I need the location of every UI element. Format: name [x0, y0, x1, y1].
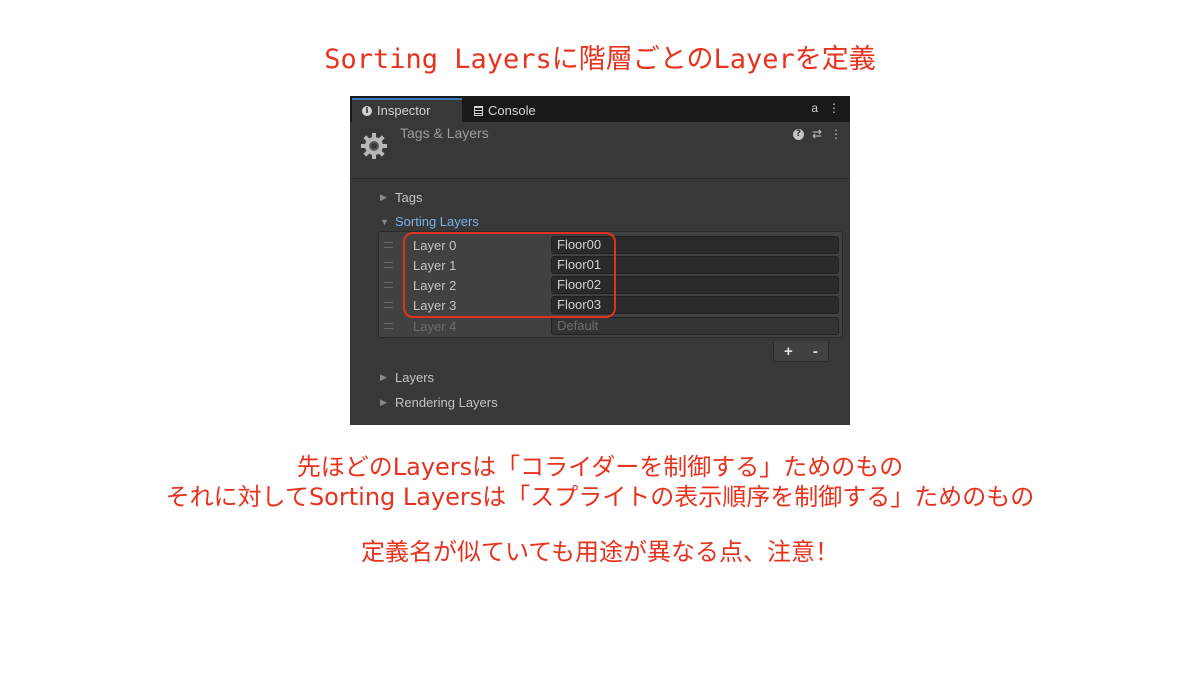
drag-handle-icon[interactable] — [384, 262, 393, 268]
layer-name-field[interactable]: Floor00 — [551, 236, 839, 254]
collapsed-arrow-icon: ▶ — [380, 372, 387, 382]
header-controls: ? ⇄ ⋮ — [792, 127, 842, 141]
drag-handle-icon — [384, 323, 393, 329]
layer-name-field[interactable]: Floor01 — [551, 256, 839, 274]
collapsed-arrow-icon: ▶ — [380, 397, 387, 407]
layer-label: Layer 4 — [413, 319, 457, 334]
annotation-note-line2: それに対してSorting Layersは「スプライトの表示順序を制御する」ため… — [165, 483, 1035, 511]
foldout-rendering-layers-label: Rendering Layers — [395, 395, 498, 410]
help-icon[interactable]: ? — [792, 128, 804, 140]
layer-name-field[interactable]: Floor03 — [551, 296, 839, 314]
foldout-tags[interactable]: ▶ Tags — [380, 190, 422, 205]
settings-icon[interactable]: ⇄ — [812, 127, 822, 141]
drag-handle-icon[interactable] — [384, 242, 393, 248]
foldout-sorting-layers[interactable]: ▼ Sorting Layers — [380, 214, 479, 229]
tab-console[interactable]: Console — [474, 100, 536, 122]
gear-icon — [361, 133, 387, 159]
layer-label: Layer 3 — [413, 298, 457, 313]
layer-label: Layer 0 — [413, 238, 457, 253]
inspector-header: Tags & Layers ? ⇄ ⋮ — [350, 122, 850, 166]
foldout-layers-label: Layers — [395, 370, 435, 385]
layer-name-field[interactable]: Floor02 — [551, 276, 839, 294]
list-item[interactable]: Layer 2 Floor02 — [379, 275, 842, 295]
remove-button[interactable]: - — [813, 343, 818, 360]
tab-inspector[interactable]: i Inspector — [352, 98, 462, 122]
layer-label: Layer 1 — [413, 258, 457, 273]
layer-name-field: Default — [551, 317, 839, 335]
inspector-title: Tags & Layers — [400, 125, 489, 141]
annotation-note-line1: 先ほどのLayersは「コライダーを制御する」ためのもの — [296, 453, 904, 481]
list-item[interactable]: Layer 1 Floor01 — [379, 255, 842, 275]
info-icon: i — [362, 106, 372, 116]
collapsed-arrow-icon: ▶ — [380, 192, 387, 202]
add-button[interactable]: + — [784, 343, 793, 360]
list-item[interactable]: Layer 3 Floor03 — [379, 295, 842, 315]
inspector-window: i Inspector Console a ⋮ Tags & Layers ? … — [350, 96, 850, 425]
console-icon — [474, 106, 483, 116]
tab-inspector-label: Inspector — [377, 103, 431, 118]
lock-icon[interactable]: a — [811, 101, 818, 115]
expanded-arrow-icon: ▼ — [380, 216, 389, 227]
header-divider — [350, 178, 850, 179]
list-item: Layer 4 Default — [379, 316, 842, 336]
drag-handle-icon[interactable] — [384, 282, 393, 288]
foldout-rendering-layers[interactable]: ▶ Rendering Layers — [380, 395, 498, 410]
tab-bar: i Inspector Console a ⋮ — [350, 96, 850, 122]
foldout-tags-label: Tags — [395, 190, 423, 205]
layer-label: Layer 2 — [413, 278, 457, 293]
tabbar-controls: a ⋮ — [811, 101, 840, 115]
annotation-title: Sorting Layersに階層ごとのLayerを定義 — [324, 44, 876, 75]
annotation-note-line3: 定義名が似ていても用途が異なる点、注意！ — [360, 538, 840, 566]
sorting-layers-list: Layer 0 Floor00 Layer 1 Floor01 Layer 2 … — [378, 231, 843, 338]
list-add-remove-buttons: + - — [773, 342, 829, 362]
drag-handle-icon[interactable] — [384, 302, 393, 308]
tab-console-label: Console — [488, 103, 536, 118]
foldout-layers[interactable]: ▶ Layers — [380, 370, 434, 385]
tab-menu-icon[interactable]: ⋮ — [828, 101, 840, 115]
header-menu-icon[interactable]: ⋮ — [830, 127, 842, 141]
foldout-sorting-layers-label: Sorting Layers — [395, 214, 479, 229]
list-item[interactable]: Layer 0 Floor00 — [379, 235, 842, 255]
